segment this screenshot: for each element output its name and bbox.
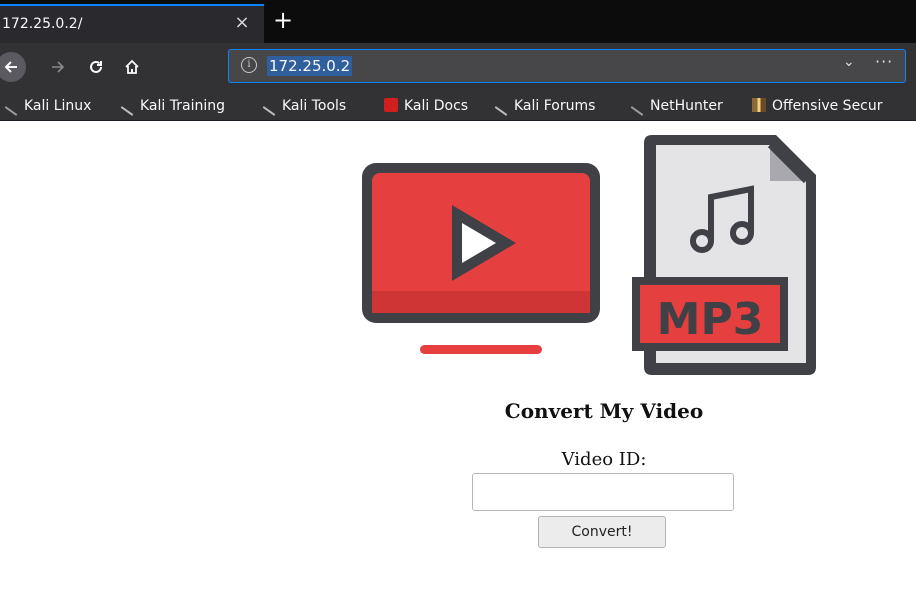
back-arrow-icon bbox=[4, 61, 17, 73]
tab-title: 172.25.0.2/ bbox=[2, 16, 83, 32]
kali-dragon-icon bbox=[120, 106, 134, 116]
video-id-input[interactable] bbox=[472, 473, 734, 511]
mp3-badge-text: MP3 bbox=[657, 294, 764, 345]
new-tab-button[interactable]: + bbox=[272, 8, 294, 32]
kali-dragon-icon bbox=[4, 106, 18, 116]
tab-strip: 172.25.0.2/ × + bbox=[0, 0, 916, 43]
close-tab-icon[interactable]: × bbox=[232, 13, 252, 33]
browser-tab[interactable]: 172.25.0.2/ × bbox=[0, 4, 264, 43]
video-to-mp3-logo: MP3 bbox=[362, 135, 816, 375]
address-bar[interactable]: i 172.25.0.2 ⌄ ··· bbox=[228, 49, 906, 83]
bookmark-offensive-security[interactable]: Offensive Secur bbox=[752, 96, 883, 116]
nethunter-icon bbox=[630, 106, 644, 116]
forward-button[interactable] bbox=[44, 53, 72, 81]
bookmark-kali-training[interactable]: Kali Training bbox=[120, 96, 225, 116]
offsec-icon bbox=[752, 98, 766, 112]
kali-dragon-icon bbox=[494, 106, 508, 116]
video-id-label: Video ID: bbox=[561, 449, 647, 470]
home-icon bbox=[125, 59, 139, 74]
back-button[interactable] bbox=[0, 52, 26, 82]
bookmark-kali-forums[interactable]: Kali Forums bbox=[494, 96, 595, 116]
convert-button[interactable]: Convert! bbox=[538, 516, 666, 548]
bookmarks-toolbar: Kali Linux Kali Training Kali Tools Kali… bbox=[0, 91, 916, 121]
chevron-down-icon[interactable]: ⌄ bbox=[843, 54, 855, 70]
forward-arrow-icon bbox=[52, 61, 65, 73]
page-content: MP3 Convert My Video Video ID: Convert! bbox=[0, 121, 916, 599]
reload-icon bbox=[90, 60, 102, 73]
bookmark-kali-tools[interactable]: Kali Tools bbox=[262, 96, 346, 116]
site-info-icon[interactable]: i bbox=[241, 57, 257, 73]
page-actions-icon[interactable]: ··· bbox=[875, 52, 893, 71]
page-title: Convert My Video bbox=[504, 399, 704, 423]
mp3-file-icon: MP3 bbox=[632, 135, 816, 375]
youtube-play-icon bbox=[362, 163, 600, 354]
navigation-bar: i 172.25.0.2 ⌄ ··· bbox=[0, 43, 916, 91]
url-text[interactable]: 172.25.0.2 bbox=[267, 56, 353, 76]
bookmark-kali-linux[interactable]: Kali Linux bbox=[4, 96, 91, 116]
kali-docs-icon bbox=[384, 98, 398, 112]
bookmark-nethunter[interactable]: NetHunter bbox=[630, 96, 723, 116]
reload-button[interactable] bbox=[82, 53, 110, 81]
bookmark-kali-docs[interactable]: Kali Docs bbox=[384, 96, 468, 116]
home-button[interactable] bbox=[118, 53, 146, 81]
kali-dragon-icon bbox=[262, 106, 276, 116]
